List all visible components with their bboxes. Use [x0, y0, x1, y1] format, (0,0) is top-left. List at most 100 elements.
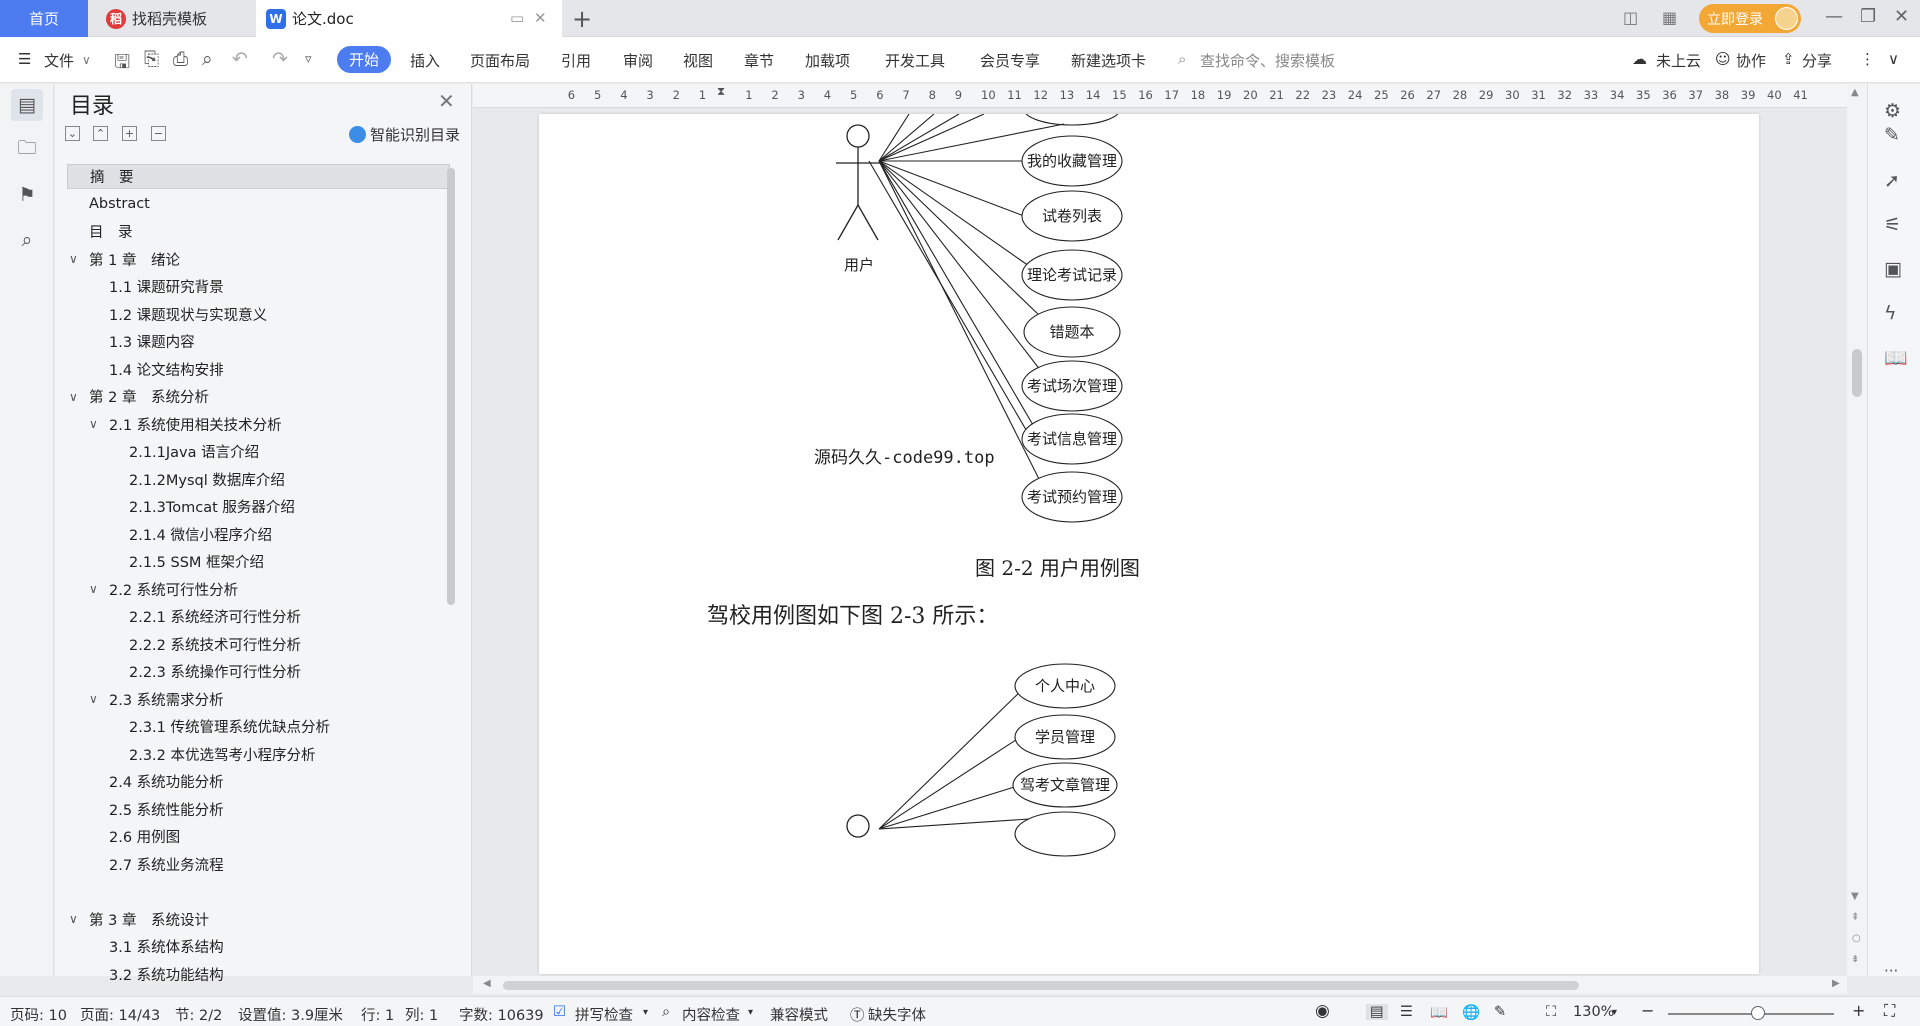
tab-template[interactable]: 稻 找稻壳模板: [92, 0, 252, 37]
outline-view-icon[interactable]: ☰: [1400, 1004, 1413, 1020]
menu-references[interactable]: 引用: [561, 50, 591, 71]
toc-item[interactable]: 2.6 用例图: [67, 824, 450, 849]
toc-item[interactable]: 2.5 系统性能分析: [67, 797, 450, 822]
bookmark-icon[interactable]: ⚑: [11, 179, 43, 211]
toc-item[interactable]: 3.1 系统体系结构: [67, 934, 450, 959]
compat-mode-label[interactable]: 兼容模式: [770, 1004, 828, 1025]
content-check-button[interactable]: 内容检查: [682, 1004, 740, 1025]
status-row[interactable]: 行: 1: [361, 1004, 394, 1025]
add-heading-icon[interactable]: +: [122, 126, 137, 141]
select-cursor-icon[interactable]: ➚: [1884, 170, 1900, 192]
remove-heading-icon[interactable]: −: [151, 126, 166, 141]
new-tab-button[interactable]: +: [572, 5, 592, 33]
customize-dropdown-icon[interactable]: ▿: [305, 52, 312, 67]
collab-button[interactable]: 协作: [1736, 50, 1766, 71]
menu-chapter[interactable]: 章节: [744, 50, 774, 71]
status-setting[interactable]: 设置值: 3.9厘米: [238, 1004, 343, 1025]
redo-icon[interactable]: ↷: [272, 48, 288, 70]
toc-item[interactable]: ∨ 2.1 系统使用相关技术分析: [67, 412, 450, 437]
settings-icon[interactable]: ⚙: [1884, 100, 1901, 122]
chevron-down-icon[interactable]: ▾: [1612, 1007, 1617, 1018]
zoom-slider-handle[interactable]: [1751, 1006, 1765, 1020]
scroll-left-icon[interactable]: ◀: [483, 978, 491, 989]
toc-item[interactable]: 2.2.1 系统经济可行性分析: [67, 604, 450, 629]
read-view-icon[interactable]: 📖: [1430, 1004, 1448, 1021]
fullscreen-icon[interactable]: ⛶: [1884, 1001, 1895, 1021]
collapse-icon[interactable]: ⌄: [65, 126, 80, 141]
menu-addins[interactable]: 加载项: [805, 50, 850, 71]
toc-item[interactable]: 2.1.2Mysql 数据库介绍: [67, 467, 450, 492]
status-word-count[interactable]: 字数: 10639: [459, 1004, 544, 1025]
print-preview-icon[interactable]: ⌕: [202, 48, 213, 70]
toc-item[interactable]: ∨ 2.3 系统需求分析: [67, 687, 450, 712]
toc-item[interactable]: 2.7 系统业务流程: [67, 852, 450, 877]
menu-view[interactable]: 视图: [683, 50, 713, 71]
toc-item[interactable]: Abstract: [67, 192, 450, 217]
expand-icon[interactable]: ⌃: [93, 126, 108, 141]
toc-item[interactable]: 1.1 课题研究背景: [67, 274, 450, 299]
print-icon[interactable]: ⎙: [173, 48, 188, 70]
indent-marker-icon[interactable]: ⧗: [717, 84, 725, 99]
toc-item[interactable]: 2.2.2 系统技术可行性分析: [67, 632, 450, 657]
more-tools-icon[interactable]: ···: [1884, 962, 1898, 980]
toc-item[interactable]: ∨ 2.2 系统可行性分析: [67, 577, 450, 602]
status-page-code[interactable]: 页码: 10: [10, 1004, 67, 1025]
menu-new-tab[interactable]: 新建选项卡: [1071, 50, 1146, 71]
status-section[interactable]: 节: 2/2: [175, 1004, 222, 1025]
image-tool-icon[interactable]: ▣: [1884, 258, 1902, 280]
zoom-in-icon[interactable]: +: [1852, 1001, 1865, 1020]
toc-item[interactable]: 2.3.1 传统管理系统优缺点分析: [67, 714, 450, 739]
toc-item[interactable]: 2.1.4 微信小程序介绍: [67, 522, 450, 547]
close-icon[interactable]: ✕: [438, 89, 455, 113]
fit-page-icon[interactable]: ⛶: [1546, 1004, 1556, 1020]
toc-item[interactable]: ∨ 第 3 章 系统设计: [67, 907, 450, 932]
vertical-scrollbar[interactable]: ▲ ▼ ⇞ ○ ⇟: [1847, 84, 1867, 976]
menu-insert[interactable]: 插入: [410, 50, 440, 71]
write-view-icon[interactable]: ✎: [1494, 1004, 1506, 1020]
horizontal-scroll-thumb[interactable]: [503, 981, 1579, 990]
eye-protect-icon[interactable]: ◉: [1315, 1001, 1330, 1021]
toc-item[interactable]: 2.1.3Tomcat 服务器介绍: [67, 494, 450, 519]
menu-file[interactable]: 文件: [44, 50, 74, 71]
scroll-right-icon[interactable]: ▶: [1832, 978, 1840, 989]
chevron-down-icon[interactable]: ∨: [69, 390, 78, 404]
tab-document[interactable]: W 论文.doc ▭ ✕: [256, 0, 562, 37]
layout-icon[interactable]: ◫: [1623, 8, 1638, 27]
missing-font-button[interactable]: 缺失字体: [868, 1004, 926, 1025]
close-window-icon[interactable]: ✕: [1894, 6, 1909, 27]
undo-icon[interactable]: ↶: [232, 48, 248, 70]
book-search-icon[interactable]: 📖: [1884, 346, 1908, 369]
chevron-down-icon[interactable]: ∨: [89, 582, 98, 596]
page-view-icon[interactable]: ▤: [1366, 1004, 1388, 1020]
chevron-down-icon[interactable]: ∨: [89, 417, 98, 431]
toc-item[interactable]: ∨ 第 2 章 系统分析: [67, 384, 450, 409]
restore-icon[interactable]: ❐: [1860, 6, 1876, 27]
toc-item[interactable]: ∨ 第 1 章 绪论: [67, 247, 450, 272]
close-tab-icon[interactable]: ✕: [534, 9, 547, 27]
chevron-down-icon[interactable]: ▾: [643, 1007, 648, 1018]
minimize-icon[interactable]: —: [1825, 6, 1843, 27]
chevron-down-icon[interactable]: ∨: [69, 252, 78, 266]
toc-item[interactable]: 2.2.3 系统操作可行性分析: [67, 659, 450, 684]
chevron-down-icon[interactable]: ▾: [748, 1007, 753, 1018]
lightning-icon[interactable]: ϟ: [1884, 302, 1897, 324]
scroll-up-icon[interactable]: ▲: [1851, 87, 1859, 98]
spell-check-button[interactable]: 拼写检查: [575, 1004, 633, 1025]
chevron-down-icon[interactable]: ∨: [82, 53, 91, 67]
collapse-ribbon-icon[interactable]: ∨: [1888, 50, 1899, 68]
horizontal-ruler[interactable]: 6 5 4 3 2 1 1 2 3 4 5 6 7 8 9 10 11 12 13 14 15 16 17 18 19 20 21 2…: [473, 84, 1847, 108]
web-view-icon[interactable]: 🌐: [1462, 1004, 1480, 1021]
toc-item[interactable]: 摘 要: [67, 164, 450, 189]
next-page-icon[interactable]: ⇟: [1851, 954, 1859, 965]
select-browse-icon[interactable]: ○: [1852, 933, 1861, 944]
grid-apps-icon[interactable]: ▦: [1662, 8, 1677, 27]
scroll-down-icon[interactable]: ▼: [1851, 891, 1859, 902]
status-col[interactable]: 列: 1: [405, 1004, 438, 1025]
edit-pen-icon[interactable]: ✎: [1884, 124, 1900, 146]
smart-toc-button[interactable]: 智能识别目录: [349, 124, 460, 145]
hamburger-icon[interactable]: ☰: [18, 50, 31, 68]
toc-item[interactable]: 1.2 课题现状与实现意义: [67, 302, 450, 327]
toc-item[interactable]: 目 录: [67, 219, 450, 244]
zoom-level[interactable]: 130%: [1573, 1004, 1614, 1020]
save-icon[interactable]: 🖫: [114, 48, 130, 80]
